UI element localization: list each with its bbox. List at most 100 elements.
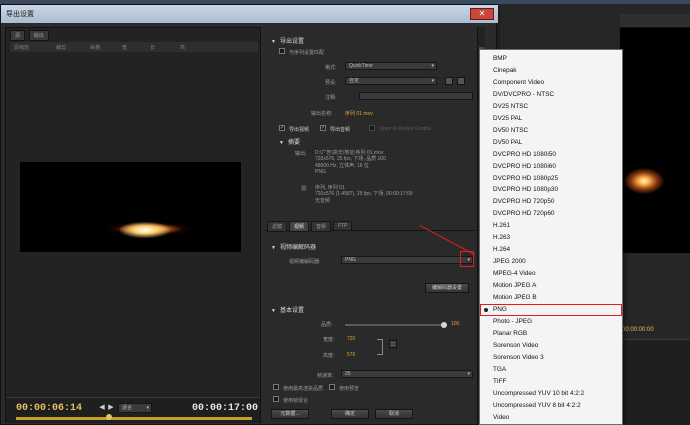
ok-button[interactable]: 确定 xyxy=(331,409,369,419)
time-ruler[interactable] xyxy=(16,417,252,420)
codec-option[interactable]: Motion JPEG B xyxy=(480,292,622,304)
codec-option[interactable]: Motion JPEG A xyxy=(480,280,622,292)
codec-option-label: TIFF xyxy=(493,377,507,385)
codec-option[interactable]: DV50 PAL xyxy=(480,137,622,149)
codec-option[interactable]: H.261 xyxy=(480,220,622,232)
crop-left-label[interactable]: 裁剪 xyxy=(56,44,66,51)
codec-option-label: DVCPRO HD 720p50 xyxy=(493,198,555,206)
cancel-button[interactable]: 取消 xyxy=(375,409,413,419)
codec-option[interactable]: DVCPRO HD 1080i60 xyxy=(480,161,622,173)
codec-option[interactable]: MPEG-4 Video xyxy=(480,268,622,280)
codec-option[interactable]: DV25 NTSC xyxy=(480,101,622,113)
codec-option[interactable]: Sorenson Video xyxy=(480,340,622,352)
frame-blend-checkbox[interactable] xyxy=(273,396,279,402)
frame-rate-select[interactable]: 25 ▾ xyxy=(341,370,473,378)
tab-filters[interactable]: 滤镜 xyxy=(267,221,288,232)
video-preview xyxy=(20,162,241,252)
codec-option-label: DV25 NTSC xyxy=(493,102,529,110)
crop-ratio-label[interactable]: 高 xyxy=(180,44,185,51)
output-name-label: 输出名称: xyxy=(311,111,333,117)
playhead[interactable] xyxy=(106,414,112,420)
quality-slider[interactable] xyxy=(345,324,447,326)
max-render-checkbox[interactable] xyxy=(273,384,279,390)
export-audio-checkbox[interactable]: ✓ xyxy=(320,125,326,131)
frame-rate-value: 25 xyxy=(345,371,351,377)
codec-option[interactable]: Uncompressed YUV 10 bit 4:2:2 xyxy=(480,388,622,400)
export-settings-dialog: 导出设置 ✕ 源 输出 源缩放 裁剪 纵横 宽 长 高 00:00:06:14 xyxy=(0,4,498,425)
output-name-link[interactable]: 序列 01.mov xyxy=(345,110,373,117)
video-codec-header[interactable]: ▼ 视频编解码器 xyxy=(271,242,316,251)
export-audio-label: 导出音频 xyxy=(330,127,351,133)
tab-video[interactable]: 视频 xyxy=(289,221,310,232)
frame-blend-label: 使用帧混合 xyxy=(283,398,309,404)
codec-option[interactable]: Planar RGB xyxy=(480,328,622,340)
codec-option[interactable]: Component Video xyxy=(480,77,622,89)
codec-option[interactable]: DVCPRO HD 1080p30 xyxy=(480,184,622,196)
codec-option[interactable]: JPEG 2000 xyxy=(480,256,622,268)
current-time[interactable]: 00:00:06:14 xyxy=(16,403,82,414)
match-sequence-label: 与序列设置匹配 xyxy=(289,50,325,56)
tab-source[interactable]: 源 xyxy=(10,30,26,41)
crop-bottom-label[interactable]: 长 xyxy=(150,44,155,51)
save-preset-icon[interactable] xyxy=(445,77,453,85)
basic-settings-header[interactable]: ▼ 基本设置 xyxy=(271,305,304,314)
height-value[interactable]: 576 xyxy=(347,352,355,358)
set-out-point-icon[interactable]: ▶ xyxy=(107,404,115,412)
use-preview-checkbox[interactable] xyxy=(329,384,335,390)
max-render-label: 使用最高渲染品质 xyxy=(283,386,324,392)
codec-option[interactable]: H.263 xyxy=(480,232,622,244)
codec-option[interactable]: DVCPRO HD 1080i50 xyxy=(480,149,622,161)
match-sequence-checkbox[interactable] xyxy=(279,48,285,54)
triangle-down-icon: ▼ xyxy=(271,308,276,314)
export-settings-header[interactable]: ▼ 导出设置 xyxy=(271,36,304,45)
export-video-checkbox[interactable]: ✓ xyxy=(279,125,285,131)
tab-ftp[interactable]: FTP xyxy=(333,221,353,231)
codec-option[interactable]: DV50 NTSC xyxy=(480,125,622,137)
codec-option-label: Planar RGB xyxy=(493,329,528,337)
set-in-point-icon[interactable]: ◀ xyxy=(98,404,106,412)
codec-option[interactable]: Photo - JPEG xyxy=(480,316,622,328)
tab-audio[interactable]: 音频 xyxy=(311,221,332,232)
crop-right-label[interactable]: 宽 xyxy=(122,44,127,51)
tab-output[interactable]: 输出 xyxy=(28,30,49,41)
summary-output-line: 720x576, 25 fps, 下场, 品质 100 xyxy=(315,156,386,163)
crop-top-label[interactable]: 纵横 xyxy=(90,44,100,51)
summary-source-line: 720x576 (1.4587), 25 fps, 下场, 00:00:17:0… xyxy=(315,191,413,198)
quality-label: 品质: xyxy=(321,322,333,328)
zoom-fit-select[interactable]: 适合 ▾ xyxy=(118,403,152,413)
codec-option[interactable]: TIFF xyxy=(480,376,622,388)
codec-option[interactable]: DV25 PAL xyxy=(480,113,622,125)
use-preview-label: 使用预览 xyxy=(339,386,360,392)
codec-option[interactable]: DVCPRO HD 1080p25 xyxy=(480,173,622,185)
metadata-button[interactable]: 元数据... xyxy=(271,409,309,419)
codec-option[interactable]: Cinepak xyxy=(480,65,622,77)
quality-slider-knob[interactable] xyxy=(441,322,447,328)
codec-option-label: PNG xyxy=(493,305,507,313)
codec-option[interactable]: Uncompressed YUV 8 bit 4:2:2 xyxy=(480,400,622,412)
codec-option[interactable]: DVCPRO HD 720p50 xyxy=(480,196,622,208)
crop-toolbar: 源缩放 裁剪 纵横 宽 长 高 xyxy=(10,42,258,52)
codec-option[interactable]: DV/DVCPRO - NTSC xyxy=(480,89,622,101)
quality-value[interactable]: 100 xyxy=(451,321,459,327)
summary-source-label: 源: xyxy=(301,186,308,192)
summary-header[interactable]: ▼ 摘要 xyxy=(279,137,300,146)
summary-source: 序列, 序列 01 720x576 (1.4587), 25 fps, 下场, … xyxy=(315,185,413,204)
codec-option[interactable]: DVCPRO HD 720p60 xyxy=(480,208,622,220)
codec-option[interactable]: BMP xyxy=(480,53,622,65)
codec-option[interactable]: TGA xyxy=(480,364,622,376)
link-icon[interactable] xyxy=(389,340,397,348)
codec-settings-button[interactable]: 编解码器设置 xyxy=(425,283,469,293)
width-value[interactable]: 720 xyxy=(347,336,355,342)
codec-dropdown-list[interactable]: BMP Cinepak Component Video DV/DVCPRO - NTS… xyxy=(479,49,623,425)
codec-option[interactable]: H.264 xyxy=(480,244,622,256)
codec-option[interactable]: Video xyxy=(480,412,622,424)
crop-tool-label[interactable]: 源缩放 xyxy=(14,44,29,51)
close-button[interactable]: ✕ xyxy=(470,8,494,20)
preset-select[interactable]: 自定 ▾ xyxy=(345,77,437,85)
video-codec-select[interactable]: PNG ▾ xyxy=(341,256,473,264)
codec-option[interactable]: PNG xyxy=(480,303,622,316)
comment-input[interactable] xyxy=(359,92,473,100)
codec-option[interactable]: Sorenson Video 3 xyxy=(480,352,622,364)
format-select[interactable]: QuickTime ▾ xyxy=(345,62,437,70)
import-preset-icon[interactable] xyxy=(457,77,465,85)
